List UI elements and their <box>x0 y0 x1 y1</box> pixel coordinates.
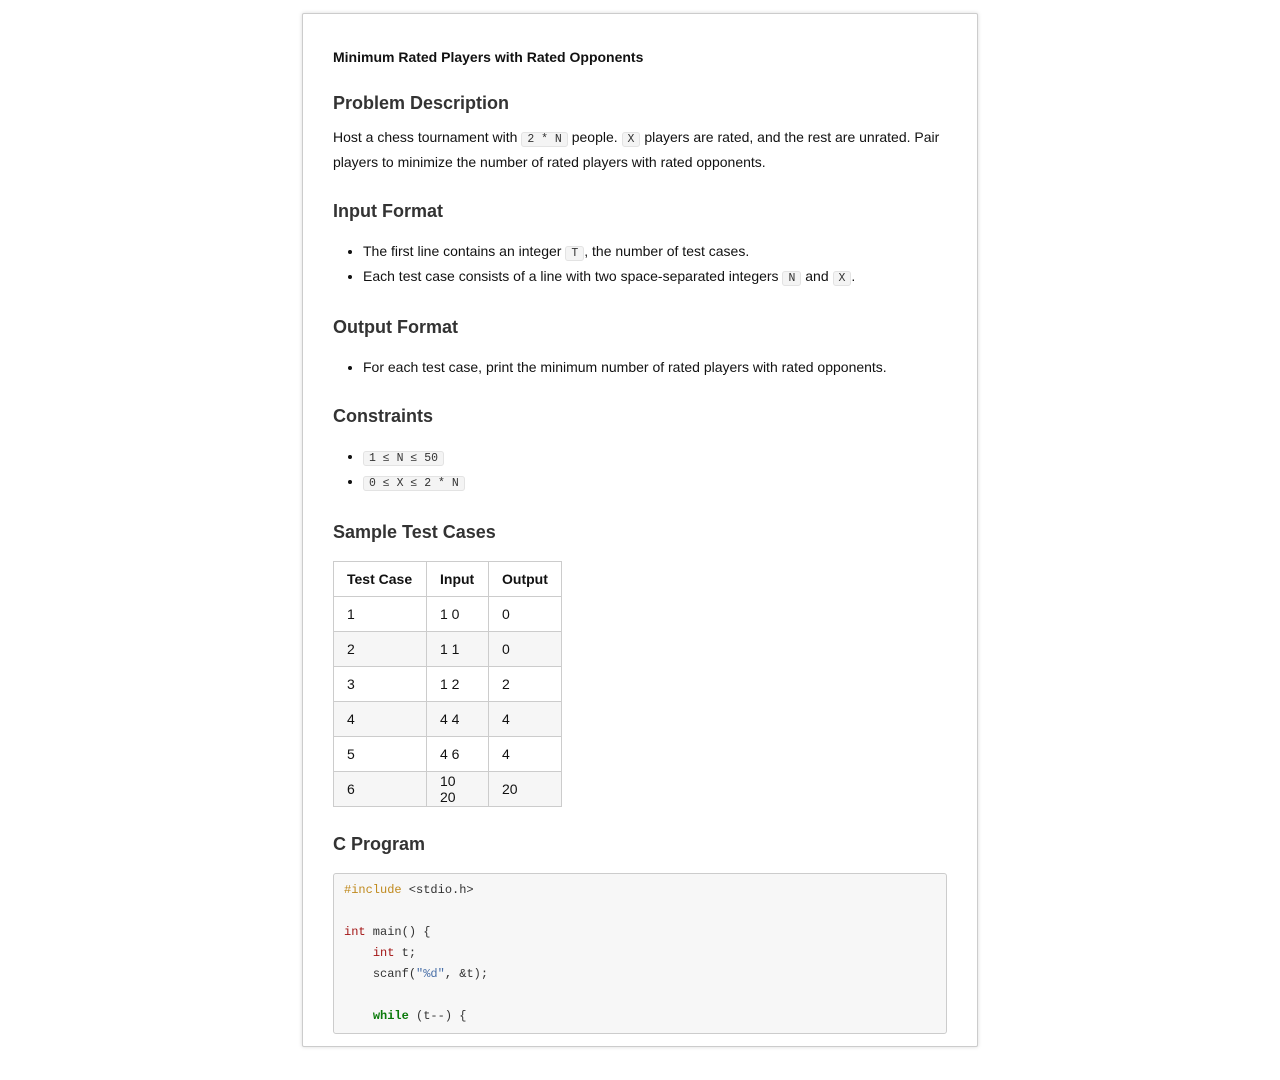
heading-input: Input Format <box>333 201 443 221</box>
header-cell: Output <box>488 561 562 597</box>
code-2n: 2 * N <box>521 132 568 147</box>
table-header-row: Test Case Input Output <box>333 561 562 597</box>
code-token: int <box>344 925 366 939</box>
code-token: int <box>372 946 395 960</box>
list-item: 0 ≤ X ≤ 2 * N <box>363 470 947 495</box>
heading-samples: Sample Test Cases <box>333 522 496 542</box>
code-token: scanf( <box>372 967 417 981</box>
table-row: 54 64 <box>333 736 562 772</box>
code-token: , &t); <box>444 967 489 981</box>
table-cell: 3 <box>333 666 427 702</box>
table-cell: 1 1 <box>426 631 489 667</box>
table-row: 21 10 <box>333 631 562 667</box>
code-token: main() { <box>365 925 431 939</box>
table-cell: 4 6 <box>426 736 489 772</box>
table-cell: 4 <box>333 701 427 737</box>
code-x: X <box>621 132 641 147</box>
code-token: while <box>372 1009 409 1023</box>
code-t: T <box>565 246 585 261</box>
table-cell: 4 <box>488 736 562 772</box>
table-cell: 5 <box>333 736 427 772</box>
code-n: N <box>782 271 802 286</box>
code-token: "%d" <box>416 967 445 981</box>
code-token: t; <box>394 946 417 960</box>
table-cell: 1 <box>333 596 427 632</box>
table-cell: 0 <box>488 596 562 632</box>
table-row: 6 10 20 20 <box>333 771 562 807</box>
heading-program: C Program <box>333 834 426 854</box>
constraint-code: 1 ≤ N ≤ 50 <box>363 451 445 466</box>
text: . <box>851 268 856 284</box>
text: The first line contains an integer <box>363 243 566 259</box>
problem-card: Minimum Rated Players with Rated Opponen… <box>302 13 978 1047</box>
sample-table: Test Case Input Output 11 0021 1031 2244… <box>333 561 562 807</box>
table-row: 31 22 <box>333 666 562 702</box>
table-cell: 20 <box>488 771 562 807</box>
code-token: #include <box>344 883 402 897</box>
table-row: 11 00 <box>333 596 562 632</box>
text: Each test case consists of a line with t… <box>363 268 783 284</box>
constraint-code: 0 ≤ X ≤ 2 * N <box>363 476 465 491</box>
list-item: 1 ≤ N ≤ 50 <box>363 445 947 470</box>
code-token: (t--) { <box>408 1009 467 1023</box>
description-text: Host a chess tournament with 2 * N peopl… <box>333 126 947 174</box>
table-cell: 10 20 <box>426 771 489 807</box>
code-token: <stdio.h> <box>401 883 474 897</box>
heading-output: Output Format <box>333 317 458 337</box>
table-cell: 4 4 <box>426 701 489 737</box>
page-title: Minimum Rated Players with Rated Opponen… <box>333 49 644 65</box>
list-item: The first line contains an integer T, th… <box>363 240 947 265</box>
table-cell: 6 <box>333 771 427 807</box>
list-item: Each test case consists of a line with t… <box>363 265 947 290</box>
table-cell: 0 <box>488 631 562 667</box>
table-cell: 1 0 <box>426 596 489 632</box>
table-cell: 2 <box>488 666 562 702</box>
header-cell: Input <box>426 561 489 597</box>
heading-description: Problem Description <box>333 93 510 113</box>
table-cell: 2 <box>333 631 427 667</box>
text: , the number of test cases. <box>584 243 750 259</box>
table-cell: 1 2 <box>426 666 489 702</box>
code-block: #include <stdio.h> int main() { int t; s… <box>333 873 947 1034</box>
text: Host a chess tournament with <box>333 129 522 145</box>
table-row: 44 44 <box>333 701 562 737</box>
text: people. <box>567 129 622 145</box>
input-list: The first line contains an integer T, th… <box>333 240 947 290</box>
heading-constraints: Constraints <box>333 406 434 426</box>
constraints-list: 1 ≤ N ≤ 50 0 ≤ X ≤ 2 * N <box>333 445 947 495</box>
table-cell: 4 <box>488 701 562 737</box>
list-item: For each test case, print the minimum nu… <box>363 356 947 379</box>
header-cell: Test Case <box>333 561 427 597</box>
code-x: X <box>832 271 852 286</box>
text: and <box>801 268 833 284</box>
output-list: For each test case, print the minimum nu… <box>333 356 947 379</box>
